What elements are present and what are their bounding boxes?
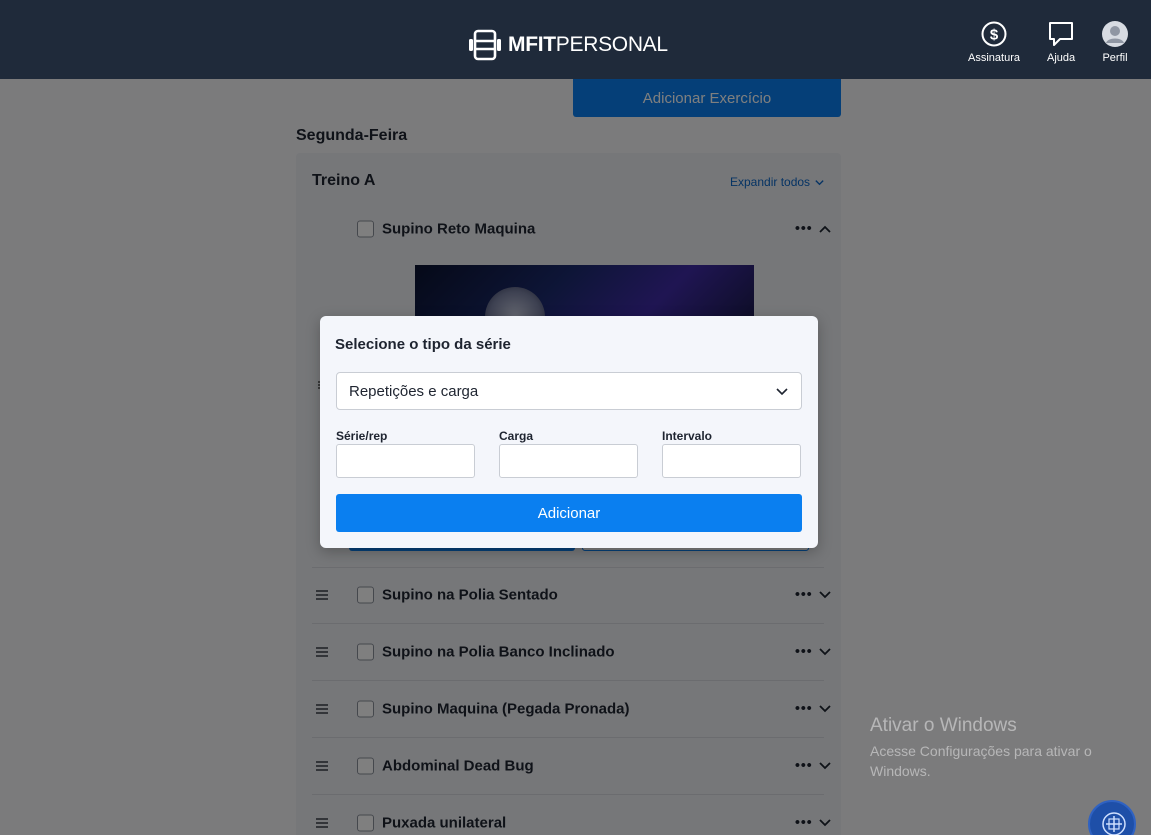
intervalo-label: Intervalo bbox=[662, 429, 713, 443]
app-logo[interactable]: MFITPERSONAL bbox=[468, 28, 668, 62]
modal-title: Selecione o tipo da série bbox=[335, 336, 511, 353]
series-type-modal: Selecione o tipo da série Repetições e c… bbox=[320, 316, 818, 548]
dumbbell-logo-icon bbox=[469, 29, 501, 61]
windows-activation-title: Ativar o Windows bbox=[870, 715, 1017, 736]
top-navbar: MFITPERSONAL $ Assinatura Ajuda Perfil bbox=[0, 0, 1151, 79]
svg-text:$: $ bbox=[990, 27, 999, 44]
intervalo-input[interactable] bbox=[662, 444, 801, 478]
add-series-button[interactable]: Adicionar bbox=[336, 494, 802, 532]
carga-label: Carga bbox=[499, 429, 534, 443]
carga-input[interactable] bbox=[499, 444, 638, 478]
logo-text: MFITPERSONAL bbox=[508, 33, 668, 56]
nav-ajuda-label: Ajuda bbox=[1047, 52, 1076, 64]
support-logo-icon bbox=[1102, 812, 1126, 835]
nav-assinatura-label: Assinatura bbox=[968, 52, 1020, 64]
nav-assinatura[interactable]: $ Assinatura bbox=[968, 20, 1020, 64]
chat-bubble-icon bbox=[1049, 22, 1074, 46]
serie-rep-label: Série/rep bbox=[336, 429, 388, 443]
series-type-select[interactable]: Repetições e carga bbox=[336, 372, 802, 410]
nav-perfil[interactable]: Perfil bbox=[1101, 20, 1129, 64]
nav-perfil-label: Perfil bbox=[1102, 52, 1128, 64]
dollar-circle-icon: $ bbox=[981, 21, 1007, 47]
chevron-down-icon bbox=[776, 388, 788, 396]
serie-rep-input[interactable] bbox=[336, 444, 475, 478]
series-type-selected-value: Repetições e carga bbox=[349, 382, 479, 400]
nav-ajuda[interactable]: Ajuda bbox=[1047, 20, 1075, 64]
user-avatar-icon bbox=[1102, 21, 1128, 47]
windows-activation-subtitle: Acesse Configurações para ativar o Windo… bbox=[870, 743, 1092, 779]
